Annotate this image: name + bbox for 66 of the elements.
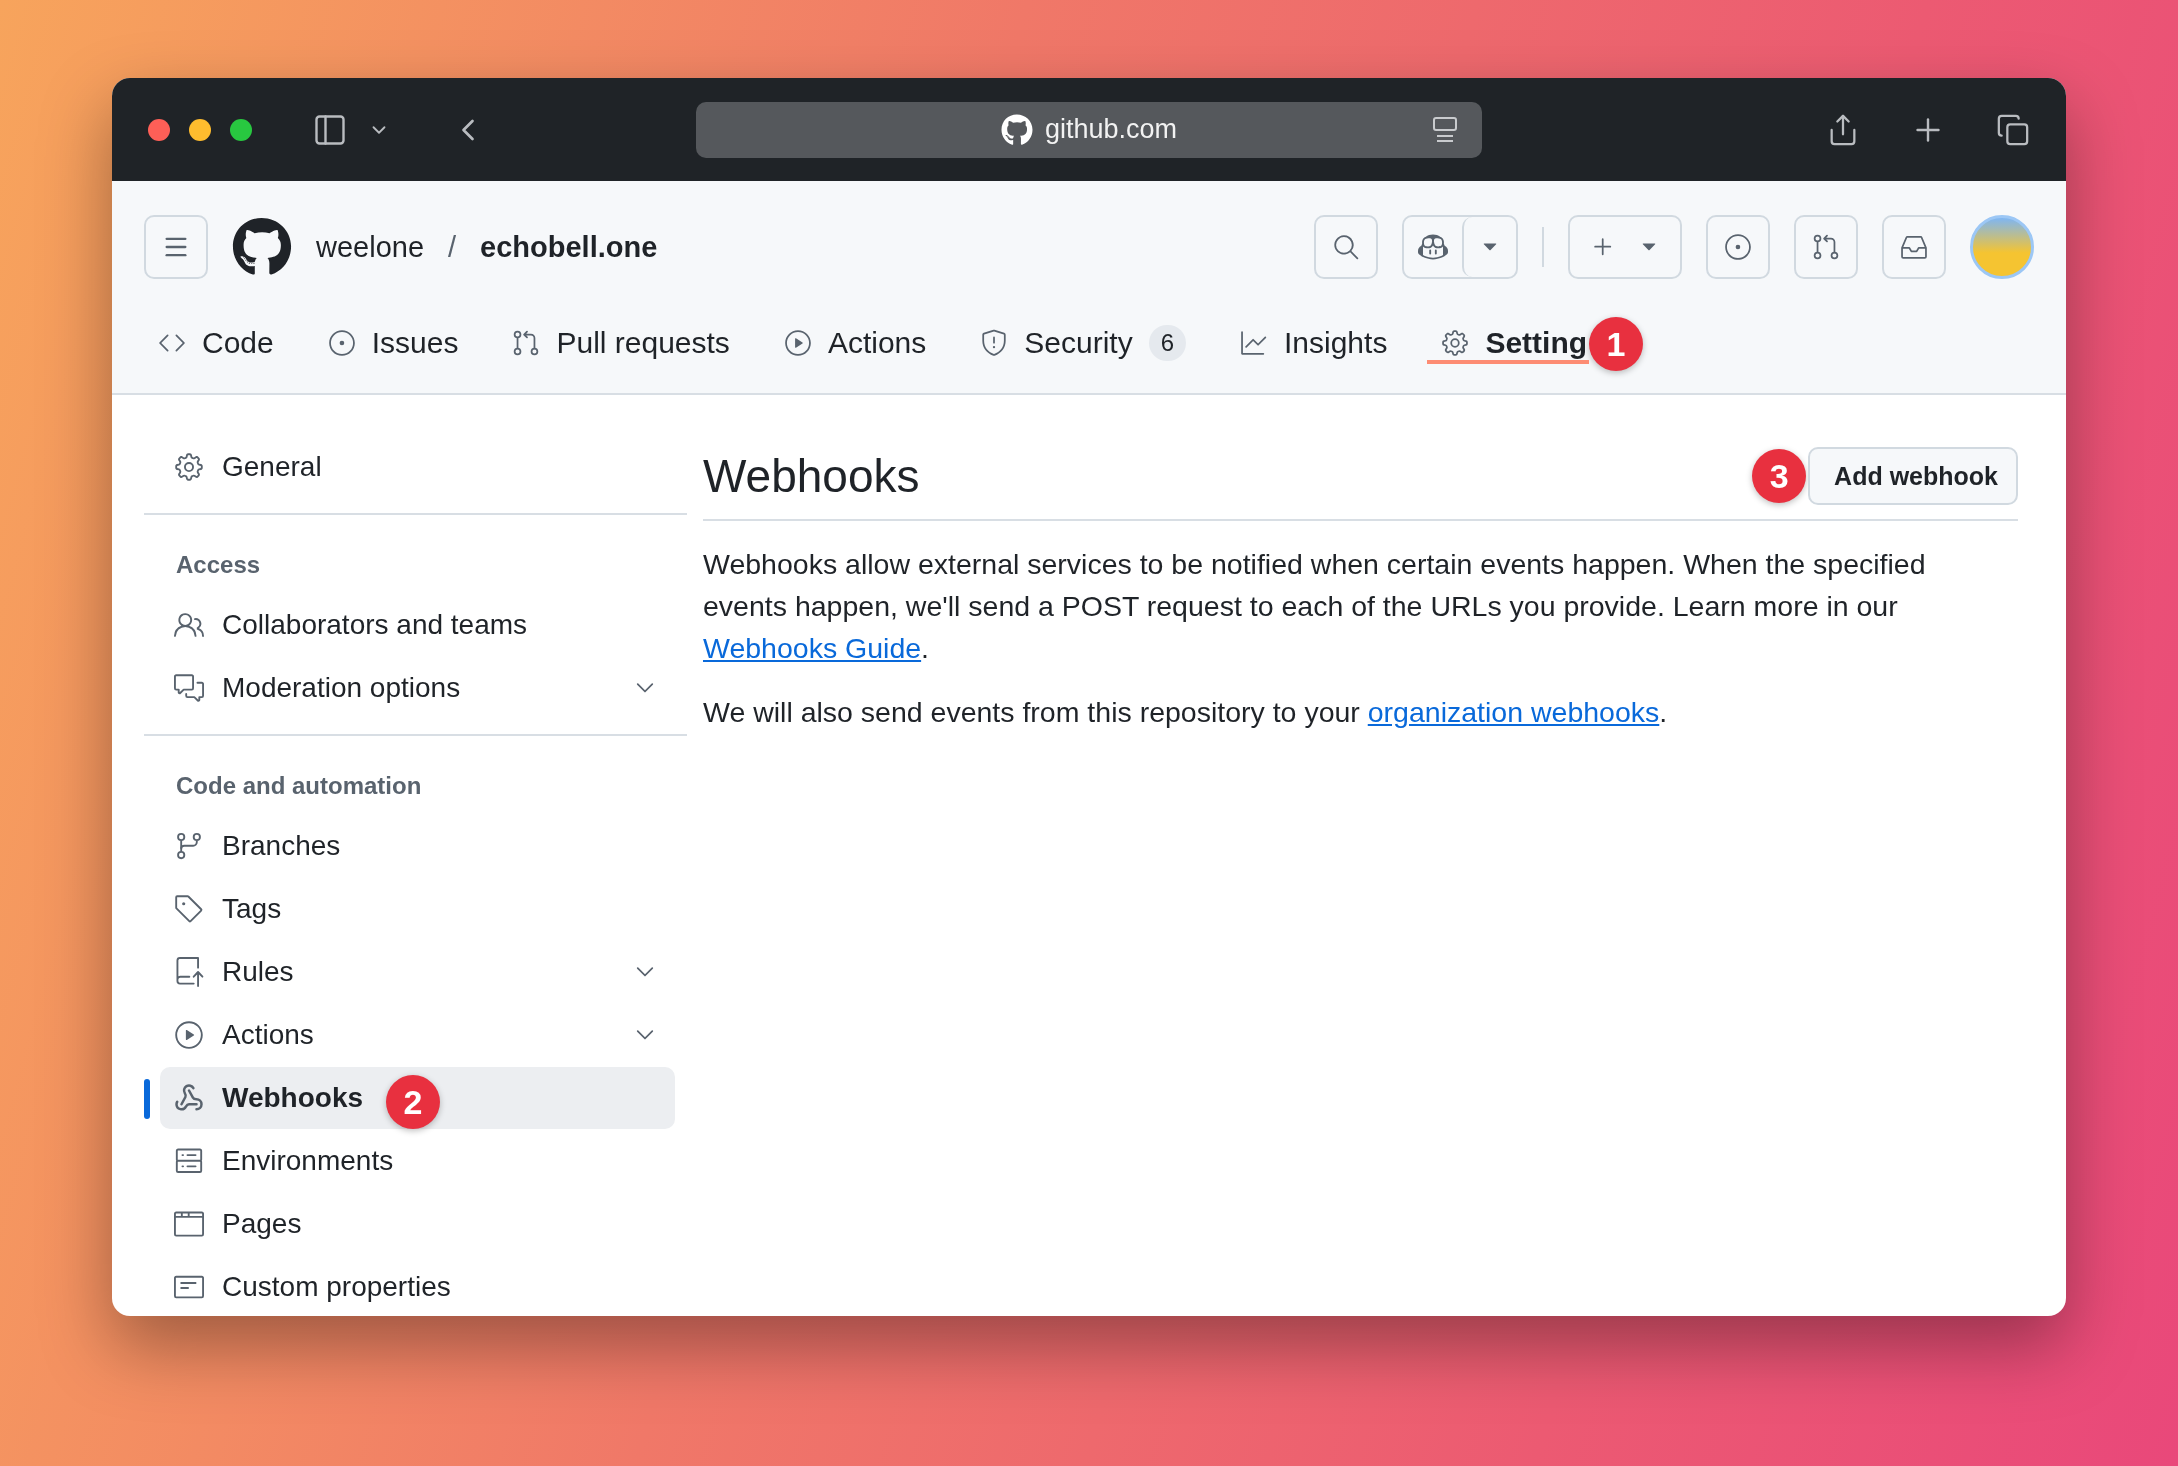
step-marker: 1: [1589, 317, 1644, 371]
sidebar-item-icon: [174, 1083, 204, 1113]
issues-button[interactable]: [1706, 215, 1770, 279]
repository-tab[interactable]: Setting: [1427, 326, 1590, 364]
sidebar-item-icon: [174, 673, 204, 703]
close-window-button[interactable]: [148, 118, 170, 141]
description-text: We will also send events from this repository to your organization webhooks.: [703, 695, 1669, 730]
sidebar-item-icon: [174, 831, 204, 861]
sidebar-item-icon: [174, 1020, 204, 1050]
pull-requests-button[interactable]: [1794, 215, 1858, 279]
guide-link[interactable]: organization webhooks: [1367, 696, 1660, 728]
sidebar-item[interactable]: Actions: [160, 1004, 675, 1066]
pull-request-icon: [1812, 233, 1840, 261]
sidebar-item[interactable]: Environments: [160, 1130, 675, 1192]
add-webhook-button[interactable]: Add webhook: [1808, 447, 2018, 505]
step-marker: 3: [1752, 449, 1807, 503]
tab-icon: [980, 329, 1009, 357]
tab-icon: [1441, 329, 1470, 357]
sidebar-item[interactable]: Moderation options: [160, 657, 675, 719]
sidebar-item[interactable]: Tags: [160, 878, 675, 940]
sidebar-item-icon: [174, 1146, 204, 1176]
owner-link[interactable]: weelone: [316, 230, 425, 264]
address-bar[interactable]: github.com: [696, 101, 1482, 158]
sidebar-item-icon: [174, 610, 204, 640]
repository-link[interactable]: echobell.one: [480, 230, 658, 264]
tab-icon: [327, 329, 356, 357]
minimize-window-button[interactable]: [189, 118, 211, 141]
inbox-button[interactable]: [1882, 215, 1946, 279]
repository-tab[interactable]: Code: [144, 326, 288, 364]
description-text: Webhooks allow external services to be notified when certain events happen. When the specified events happen, we'll send a POST request to each of the URLs you provide. Learn more in our Webhooks Guide.: [703, 547, 1927, 666]
github-logo-icon: [1000, 113, 1033, 146]
sidebar-item-icon: [174, 1209, 204, 1239]
sidebar-item[interactable]: Rules: [160, 941, 675, 1003]
sidebar-item[interactable]: Collaborators and teams: [160, 594, 675, 656]
tab-counter: 6: [1148, 325, 1186, 361]
menu-button[interactable]: [144, 215, 208, 279]
step-marker: 2: [386, 1075, 440, 1129]
repository-tab[interactable]: Security 6: [966, 325, 1200, 365]
sidebar-section-heading: Code and automation: [175, 771, 423, 801]
reader-icon: [1432, 115, 1458, 144]
sidebar-item[interactable]: Custom properties: [160, 1256, 675, 1316]
search-button[interactable]: [1314, 215, 1378, 279]
repository-tab[interactable]: Pull requests: [498, 326, 744, 364]
maximize-window-button[interactable]: [230, 118, 252, 141]
repository-tab[interactable]: Actions: [769, 326, 941, 364]
sidebar-section-heading: Access: [175, 550, 262, 580]
sidebar-item[interactable]: Branches: [160, 815, 675, 877]
github-logo-icon[interactable]: [232, 217, 292, 277]
tabs-overview-icon[interactable]: [1996, 112, 2030, 147]
sidebar-item-icon: [174, 894, 204, 924]
tab-icon: [1240, 329, 1268, 357]
sidebar-item[interactable]: General: [160, 436, 675, 498]
active-indicator: [144, 1079, 150, 1119]
robot-face-icon: [1418, 232, 1448, 262]
tab-icon: [512, 329, 541, 357]
breadcrumb-separator: /: [448, 230, 457, 264]
sidebar-item-icon: [174, 452, 204, 482]
sidebar-item-icon: [174, 957, 204, 987]
sidebar-item[interactable]: Pages: [160, 1193, 675, 1255]
repository-tab[interactable]: Issues: [313, 326, 473, 364]
search-icon: [1332, 233, 1360, 261]
repository-tab[interactable]: Insights: [1226, 326, 1402, 364]
inbox-icon: [1900, 233, 1928, 261]
tab-icon: [783, 329, 812, 357]
guide-link[interactable]: Webhooks Guide: [703, 632, 922, 664]
page-title: Webhooks: [703, 449, 920, 503]
